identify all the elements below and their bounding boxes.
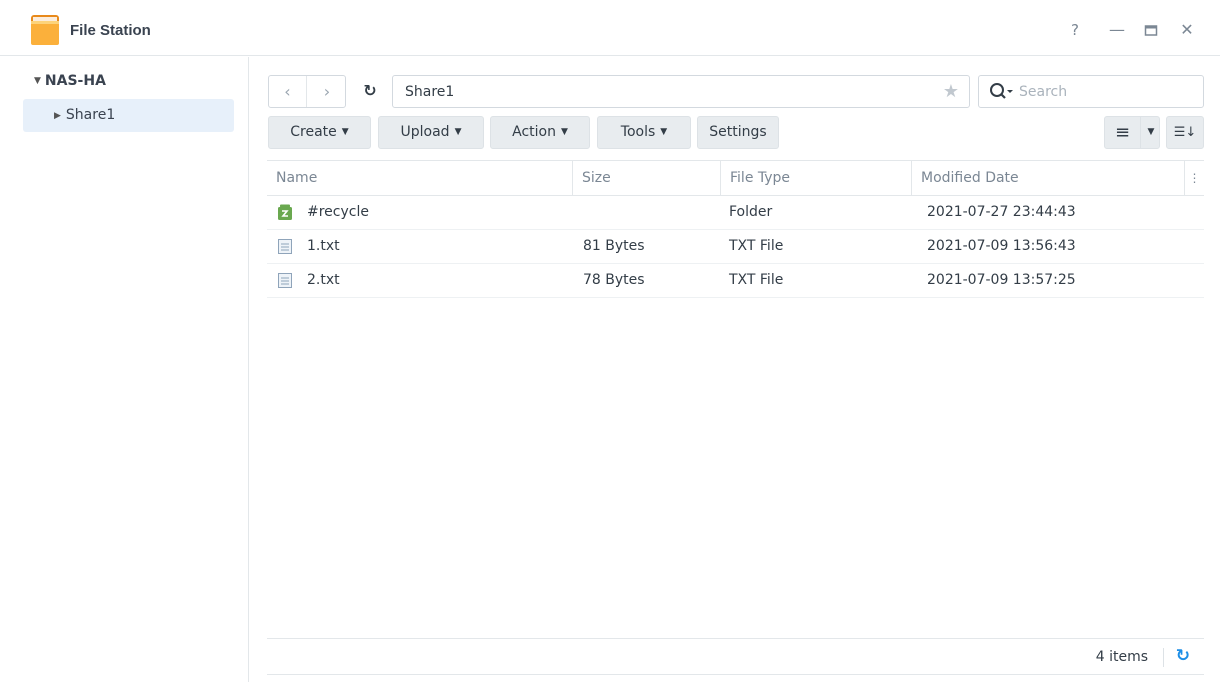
file-size: 81 Bytes: [583, 238, 645, 254]
title-bar: File Station ? — ✕: [0, 0, 1220, 56]
forward-button[interactable]: ›: [308, 76, 346, 107]
list-view-icon[interactable]: ≡: [1105, 117, 1141, 148]
file-name: #recycle: [307, 204, 369, 220]
column-menu-icon[interactable]: ⋮: [1184, 161, 1204, 195]
minimize-button[interactable]: —: [1106, 20, 1128, 42]
text-file-icon: [278, 273, 292, 288]
favorite-star-icon[interactable]: ★: [943, 81, 959, 102]
file-size: 78 Bytes: [583, 272, 645, 288]
table-row[interactable]: #recycle Folder 2021-07-27 23:44:43: [267, 196, 1204, 230]
table-row[interactable]: 2.txt 78 Bytes TXT File 2021-07-09 13:57…: [267, 264, 1204, 298]
refresh-button[interactable]: ↻: [354, 75, 386, 108]
dropdown-caret-icon: ▼: [660, 127, 668, 137]
nav-history-group: ‹ ›: [268, 75, 346, 108]
file-list: Name Size File Type Modified Date ⋮ #rec…: [267, 160, 1204, 298]
tree-root-nas-ha[interactable]: ▼ NAS-HA: [34, 73, 106, 89]
chevron-right-icon: ›: [323, 82, 331, 101]
close-button[interactable]: ✕: [1176, 20, 1198, 42]
caret-down-icon: ▼: [34, 76, 41, 86]
dropdown-caret-icon: ▼: [560, 127, 568, 137]
sort-icon: ☰↓: [1173, 125, 1197, 140]
file-type: Folder: [729, 204, 773, 220]
column-header-size[interactable]: Size: [572, 161, 720, 195]
maximize-button[interactable]: [1140, 20, 1162, 42]
path-bar[interactable]: Share1 ★: [392, 75, 970, 108]
sidebar: ▼ NAS-HA ▶ Share1: [0, 57, 249, 682]
file-modified-date: 2021-07-09 13:57:25: [927, 272, 1076, 288]
file-name: 2.txt: [307, 272, 340, 288]
dropdown-caret-icon: ▼: [341, 127, 349, 137]
settings-button[interactable]: Settings: [697, 116, 779, 149]
column-header-modified-date[interactable]: Modified Date: [911, 161, 1184, 195]
file-name: 1.txt: [307, 238, 340, 254]
refresh-icon: ↻: [363, 81, 377, 100]
chevron-left-icon: ‹: [284, 82, 291, 101]
sort-button[interactable]: ☰↓: [1166, 116, 1204, 149]
path-text: Share1: [405, 84, 455, 100]
column-header-name[interactable]: Name: [267, 161, 572, 195]
action-button[interactable]: Action ▼: [490, 116, 590, 149]
back-button[interactable]: ‹: [269, 76, 307, 107]
maximize-icon: [1144, 25, 1158, 36]
search-input[interactable]: [1019, 80, 1195, 104]
sidebar-item-share1[interactable]: ▶ Share1: [23, 99, 234, 132]
upload-button[interactable]: Upload ▼: [378, 116, 484, 149]
item-count: 4 items: [1095, 649, 1148, 665]
caret-right-icon: ▶: [54, 111, 61, 121]
tools-button[interactable]: Tools ▼: [597, 116, 691, 149]
window-title: File Station: [70, 22, 151, 39]
folder-icon: [31, 15, 59, 45]
refresh-icon[interactable]: ↻: [1176, 646, 1190, 666]
settings-button-label: Settings: [709, 124, 767, 140]
view-dropdown-caret-icon[interactable]: ▼: [1142, 117, 1160, 148]
create-button[interactable]: Create ▼: [268, 116, 371, 149]
tools-button-label: Tools: [620, 124, 656, 140]
sidebar-item-label: Share1: [65, 107, 116, 123]
search-box: [978, 75, 1204, 108]
status-divider: [1163, 648, 1164, 667]
tree-root-label: NAS-HA: [44, 73, 106, 89]
column-header-file-type[interactable]: File Type: [720, 161, 911, 195]
view-mode-button[interactable]: ≡ ▼: [1104, 116, 1160, 149]
file-type: TXT File: [729, 272, 784, 288]
create-button-label: Create: [290, 124, 337, 140]
file-modified-date: 2021-07-27 23:44:43: [927, 204, 1076, 220]
table-row[interactable]: 1.txt 81 Bytes TXT File 2021-07-09 13:56…: [267, 230, 1204, 264]
file-modified-date: 2021-07-09 13:56:43: [927, 238, 1076, 254]
file-list-header: Name Size File Type Modified Date ⋮: [267, 160, 1204, 196]
file-type: TXT File: [729, 238, 784, 254]
action-button-label: Action: [512, 124, 556, 140]
status-bar: 4 items ↻: [267, 638, 1204, 675]
text-file-icon: [278, 239, 292, 254]
upload-button-label: Upload: [400, 124, 450, 140]
recycle-folder-icon: [278, 204, 292, 220]
help-button[interactable]: ?: [1064, 20, 1086, 42]
search-icon[interactable]: [989, 81, 1013, 103]
dropdown-caret-icon: ▼: [454, 127, 462, 137]
